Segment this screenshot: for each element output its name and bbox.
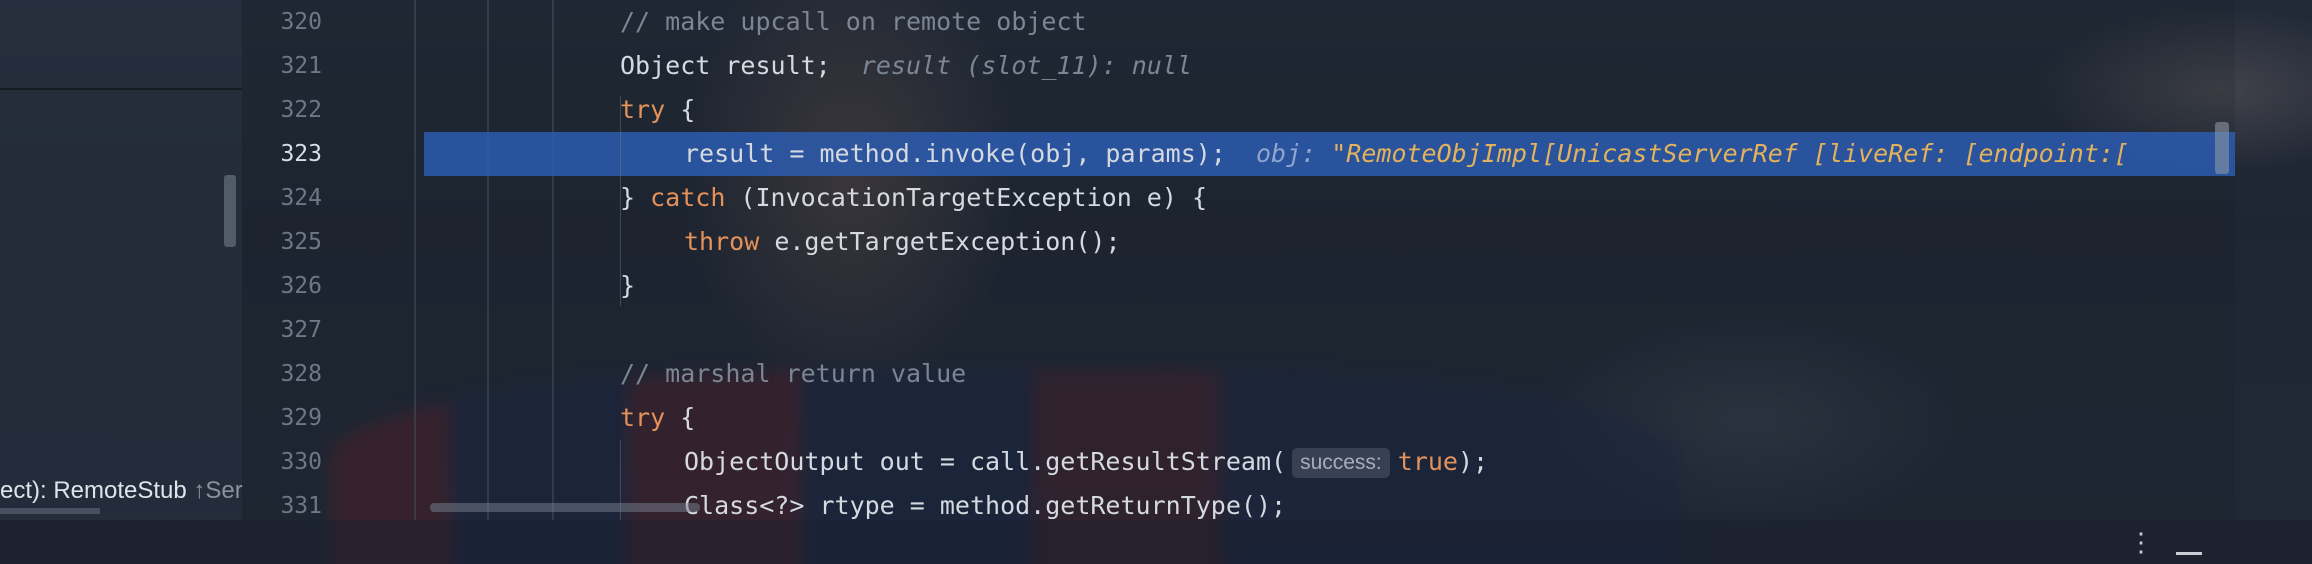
keyword-token: throw <box>684 227 760 256</box>
editor-margin <box>2235 0 2312 520</box>
line-number[interactable]: 329 <box>242 396 322 440</box>
keyword-token: try <box>620 95 666 124</box>
line-number[interactable]: 323 <box>242 132 322 176</box>
code-line[interactable]: 323 result = method.invoke(obj, params); … <box>242 132 2235 176</box>
line-number[interactable]: 321 <box>242 44 322 88</box>
code-line[interactable]: 327 <box>242 308 2235 352</box>
code-line[interactable]: 326} <box>242 264 2235 308</box>
more-options-icon[interactable]: ⋮ <box>2128 530 2154 556</box>
code-token: ); <box>1457 447 1489 476</box>
code-text: } catch (InvocationTargetException e) { <box>620 176 1207 220</box>
line-number[interactable]: 328 <box>242 352 322 396</box>
frames-scrollbar[interactable] <box>224 175 236 247</box>
keyword-token: try <box>620 403 666 432</box>
line-number[interactable]: 324 <box>242 176 322 220</box>
code-text: throw e.getTargetException(); <box>684 220 1121 264</box>
code-token: } <box>620 271 636 300</box>
code-line[interactable]: 320 // make upcall on remote object <box>242 0 2235 44</box>
code-token: { <box>665 95 696 124</box>
code-token: { <box>665 403 696 432</box>
inline-value-hint: "RemoteObjImpl[UnicastServerRef [liveRef… <box>1331 139 2129 168</box>
frame-item[interactable]: ect): RemoteStub ↑Ser <box>0 477 243 505</box>
code-line[interactable]: 325 throw e.getTargetException(); <box>242 220 2235 264</box>
editor-hscrollbar[interactable] <box>430 503 700 512</box>
code-token: } <box>620 183 651 212</box>
code-line[interactable]: 328 // marshal return value <box>242 352 2235 396</box>
code-text: // make upcall on remote object <box>620 0 1087 44</box>
code-line[interactable]: 321 Object result; result (slot_11): null <box>242 44 2235 88</box>
frame-item-suffix: ↑Ser <box>193 477 243 504</box>
code-text: try { <box>620 88 695 132</box>
code-token: Class<?> rtype = method.getReturnType(); <box>684 491 1287 520</box>
code-comment: // make upcall on remote object <box>620 7 1087 36</box>
code-text: result = method.invoke(obj, params); obj… <box>684 132 2129 176</box>
code-text: } <box>620 264 635 308</box>
code-line[interactable]: 330 ObjectOutput out = call.getResultStre… <box>242 440 2235 484</box>
inline-value-hint: result (slot_11): null <box>860 51 1192 80</box>
line-number[interactable]: 320 <box>242 0 322 44</box>
frames-panel <box>0 0 242 520</box>
code-text: try { <box>620 396 695 440</box>
code-token: result = method.invoke(obj, params); <box>684 139 1226 168</box>
code-text: Object result; result (slot_11): null <box>620 44 1192 88</box>
inline-value-label: obj: <box>1255 139 1317 168</box>
code-comment: // marshal return value <box>620 359 967 388</box>
line-number[interactable]: 325 <box>242 220 322 264</box>
code-line[interactable]: 324} catch (InvocationTargetException e)… <box>242 176 2235 220</box>
frames-hscrollbar[interactable] <box>0 508 100 514</box>
panel-divider <box>0 88 242 90</box>
code-line[interactable]: 329 try { <box>242 396 2235 440</box>
line-number[interactable]: 330 <box>242 440 322 484</box>
keyword-token: catch <box>650 183 726 212</box>
code-token: (InvocationTargetException e) { <box>725 183 1208 212</box>
code-token: e.getTargetException(); <box>759 227 1121 256</box>
code-line[interactable]: 322 try { <box>242 88 2235 132</box>
code-text: ObjectOutput out = call.getResultStream(… <box>684 440 1488 484</box>
frame-item-label: ect): RemoteStub <box>0 477 187 504</box>
line-number[interactable]: 322 <box>242 88 322 132</box>
keyword-token: true <box>1397 447 1458 476</box>
minimize-icon[interactable] <box>2176 552 2202 555</box>
indent-guide <box>620 96 621 306</box>
code-text: // marshal return value <box>620 352 966 396</box>
code-token: Object result; <box>620 51 831 80</box>
bottom-toolbar <box>0 520 2312 564</box>
line-number[interactable]: 327 <box>242 308 322 352</box>
parameter-hint: success: <box>1292 448 1390 478</box>
editor-vscrollbar[interactable] <box>2215 122 2229 174</box>
code-token: ObjectOutput out = call.getResultStream( <box>684 447 1287 476</box>
line-number[interactable]: 326 <box>242 264 322 308</box>
